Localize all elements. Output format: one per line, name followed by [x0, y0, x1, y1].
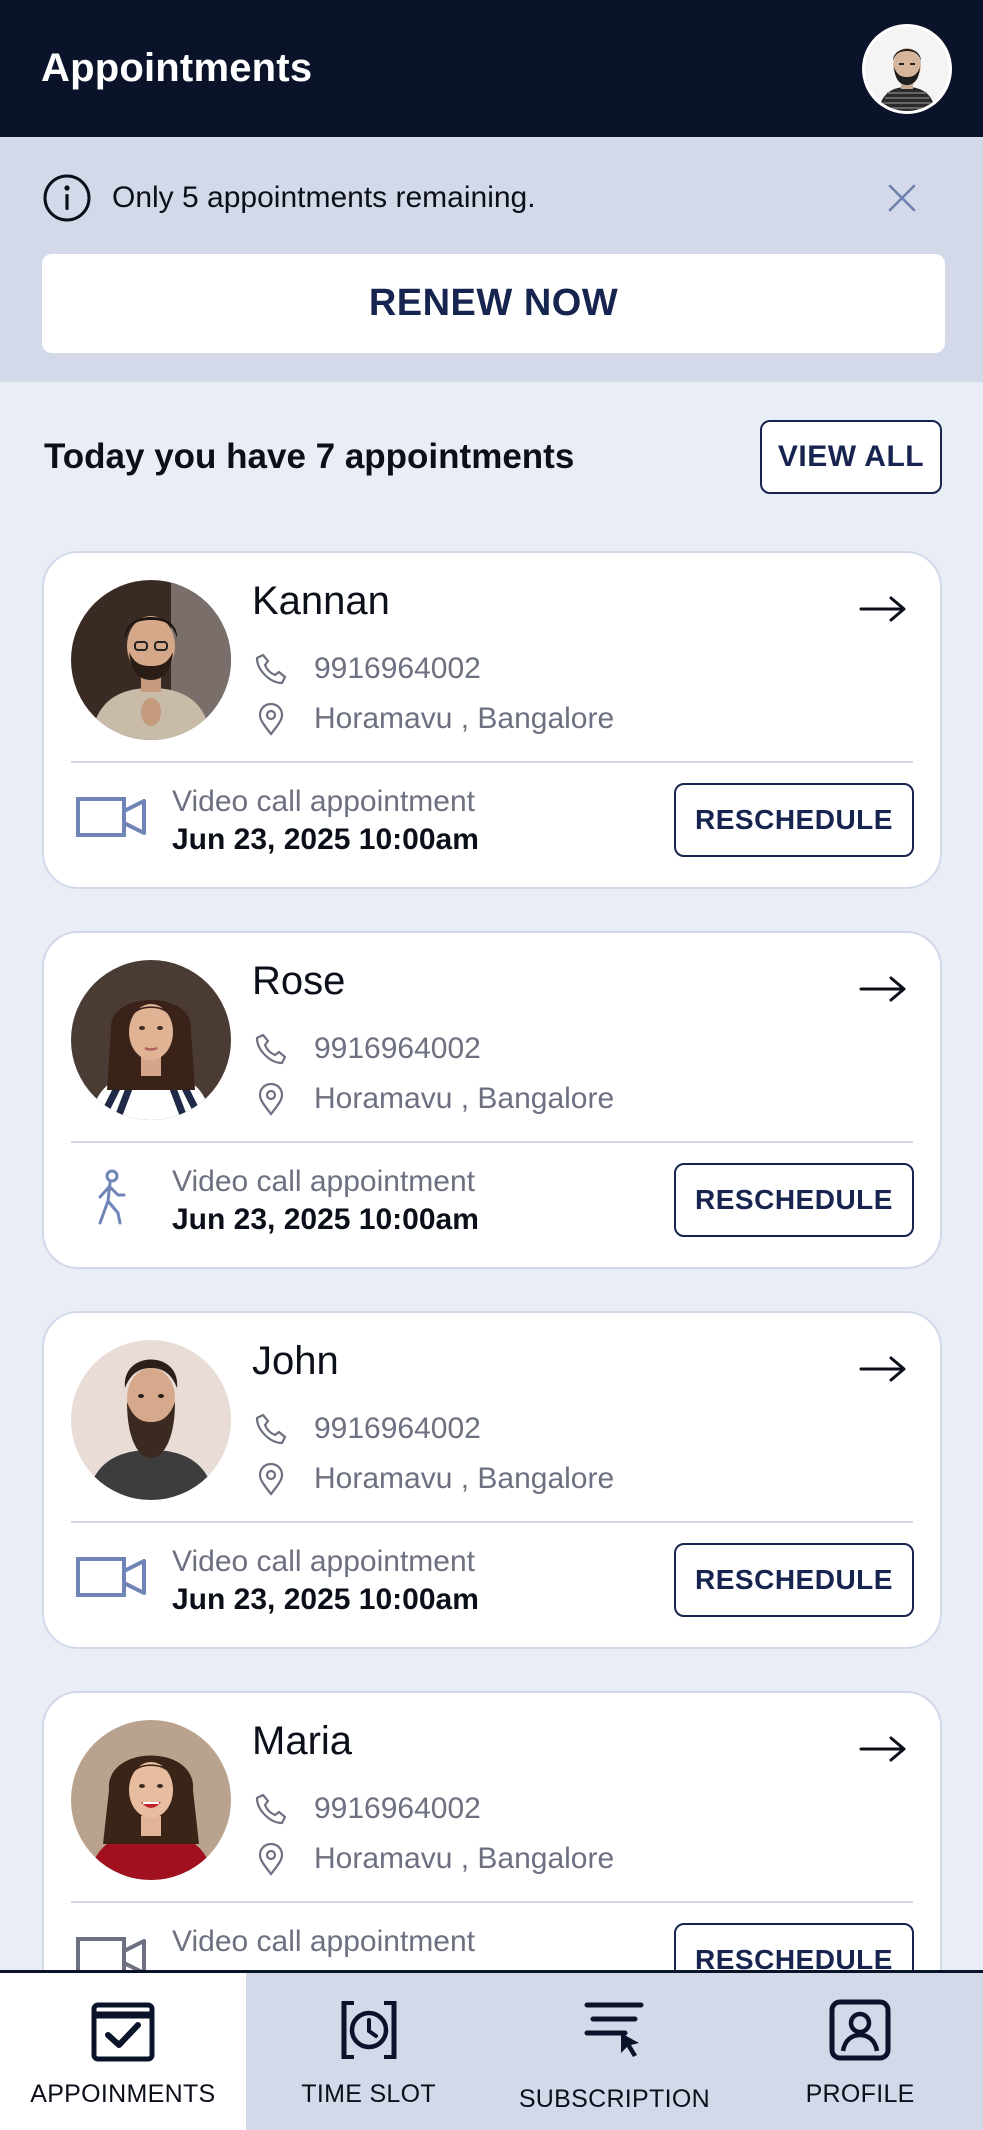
arrow-right-icon[interactable]	[858, 589, 908, 629]
arrow-right-icon[interactable]	[858, 969, 908, 1009]
close-icon[interactable]	[885, 181, 919, 215]
renew-now-button[interactable]: RENEW NOW	[42, 254, 945, 353]
phone-row: 9916964002	[254, 1029, 481, 1069]
nav-label: SUBSCRIPTION	[518, 2085, 710, 2113]
card-divider	[71, 1901, 913, 1903]
nav-label: TIME SLOT	[301, 2080, 436, 2108]
card-divider	[71, 1141, 913, 1143]
nav-item-appointments[interactable]: APPOINMENTS	[0, 1973, 246, 2130]
patient-photo-icon	[71, 960, 231, 1120]
appointments-summary: Today you have 7 appointments	[44, 437, 575, 476]
appointment-card[interactable]: John 9916964002 Horamavu , Bangalore Vid…	[42, 1311, 942, 1649]
nav-item-profile[interactable]: PROFILE	[737, 1973, 983, 2130]
notice-text: Only 5 appointments remaining.	[112, 181, 536, 214]
card-divider	[71, 1521, 913, 1523]
arrow-right-icon[interactable]	[858, 1729, 908, 1769]
location-pin-icon	[258, 1842, 284, 1876]
subscription-notice: Only 5 appointments remaining. RENEW NOW	[0, 137, 983, 382]
arrow-right-icon[interactable]	[858, 1349, 908, 1389]
page-title: Appointments	[41, 46, 313, 90]
appointment-datetime: Jun 23, 2025 10:00am	[172, 1583, 479, 1616]
location-pin-icon	[258, 702, 284, 736]
location-text: Horamavu , Bangalore	[314, 1842, 615, 1875]
phone-icon	[255, 1793, 287, 1825]
location-pin-icon	[258, 1082, 284, 1116]
patient-photo-icon	[71, 1720, 231, 1880]
location-pin-icon	[258, 1462, 284, 1496]
nav-item-subscription[interactable]: SUBSCRIPTION	[492, 1973, 738, 2130]
reschedule-button[interactable]: RESCHEDULE	[674, 1163, 914, 1237]
location-text: Horamavu , Bangalore	[314, 702, 615, 735]
nav-label: PROFILE	[805, 2080, 915, 2108]
subscription-icon	[584, 2002, 644, 2057]
phone-number: 9916964002	[314, 1032, 481, 1065]
patient-photo-icon	[71, 580, 231, 740]
video-camera-icon	[76, 797, 146, 837]
appointment-type: Video call appointment	[172, 1925, 475, 1958]
patient-name: Kannan	[252, 579, 390, 623]
appointment-card[interactable]: Kannan 9916964002 Horamavu , Bangalore V…	[42, 551, 942, 889]
info-icon	[43, 174, 91, 222]
appointment-datetime: Jun 23, 2025 10:00am	[172, 823, 479, 856]
phone-icon	[255, 1413, 287, 1445]
location-row: Horamavu , Bangalore	[254, 699, 614, 739]
phone-row: 9916964002	[254, 1789, 481, 1829]
phone-icon	[255, 653, 287, 685]
reschedule-button[interactable]: RESCHEDULE	[674, 783, 914, 857]
phone-number: 9916964002	[314, 652, 481, 685]
user-avatar-icon	[865, 26, 949, 111]
appointment-card[interactable]: Rose 9916964002 Horamavu , Bangalore Vid…	[42, 931, 942, 1269]
location-row: Horamavu , Bangalore	[254, 1079, 614, 1119]
appointment-datetime: Jun 23, 2025 10:00am	[172, 1203, 479, 1236]
view-all-button[interactable]: VIEW ALL	[760, 420, 942, 494]
clock-icon	[341, 2001, 397, 2059]
user-avatar[interactable]	[862, 23, 952, 114]
appointment-type: Video call appointment	[172, 1545, 475, 1578]
patient-name: Maria	[252, 1719, 353, 1763]
patient-name: John	[252, 1339, 339, 1383]
nav-label: APPOINMENTS	[30, 2080, 216, 2108]
phone-row: 9916964002	[254, 649, 481, 689]
location-text: Horamavu , Bangalore	[314, 1082, 615, 1115]
nav-item-time-slot[interactable]: TIME SLOT	[246, 1973, 492, 2130]
appointment-type: Video call appointment	[172, 1165, 475, 1198]
patient-photo	[71, 960, 231, 1120]
patient-photo-icon	[71, 1340, 231, 1500]
patient-photo	[71, 1720, 231, 1880]
phone-row: 9916964002	[254, 1409, 481, 1449]
patient-photo	[71, 1340, 231, 1500]
card-divider	[71, 761, 913, 763]
patient-name: Rose	[252, 959, 346, 1003]
phone-number: 9916964002	[314, 1792, 481, 1825]
patient-photo	[71, 580, 231, 740]
location-text: Horamavu , Bangalore	[314, 1462, 615, 1495]
phone-number: 9916964002	[314, 1412, 481, 1445]
phone-icon	[255, 1033, 287, 1065]
reschedule-button[interactable]: RESCHEDULE	[674, 1543, 914, 1617]
appointment-type: Video call appointment	[172, 785, 475, 818]
video-camera-icon	[76, 1557, 146, 1597]
bottom-navigation: APPOINMENTS TIME SLOT SUBSCRIPTION PROFI…	[0, 1970, 983, 2130]
walking-person-icon	[98, 1169, 126, 1225]
calendar-check-icon	[91, 2002, 155, 2062]
notice-row: Only 5 appointments remaining.	[42, 173, 941, 223]
app-header: Appointments	[0, 0, 983, 137]
profile-icon	[829, 1999, 891, 2061]
location-row: Horamavu , Bangalore	[254, 1839, 614, 1879]
location-row: Horamavu , Bangalore	[254, 1459, 614, 1499]
